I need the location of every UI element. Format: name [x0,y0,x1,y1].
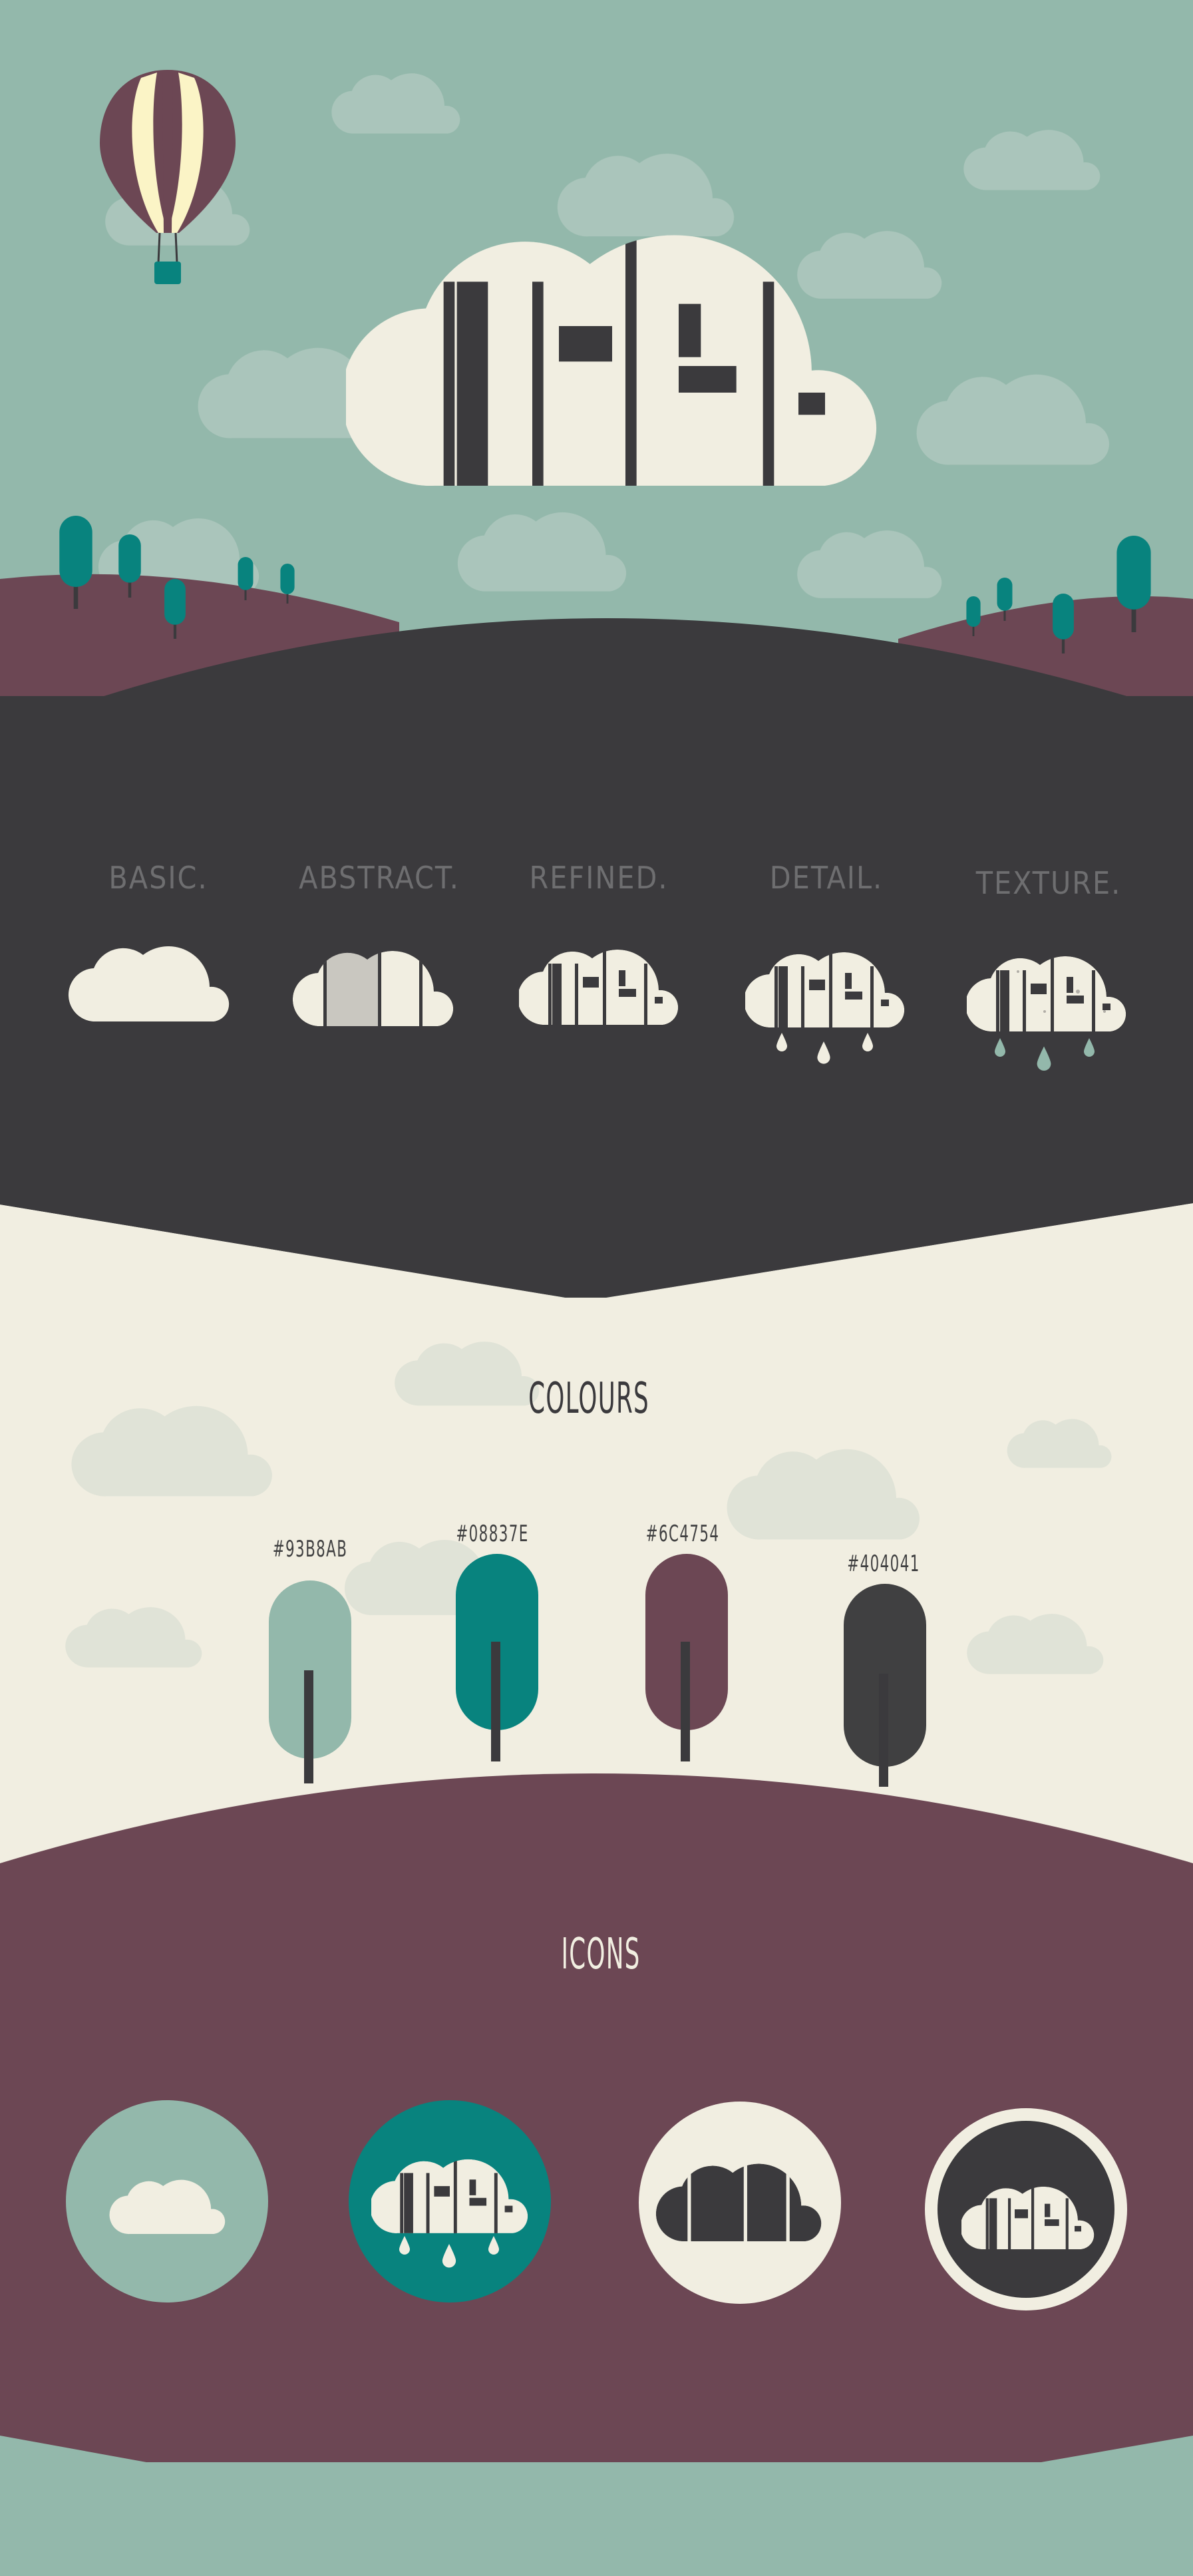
style-label-abstract: ABSTRACT. [299,860,460,896]
style-label-basic: BASIC. [108,860,208,896]
icon-circle-detail-logo [349,2100,551,2302]
colours-title: COLOURS [528,1374,649,1423]
icon-circle-abstract-cloud [639,2102,841,2304]
infographic-artwork [0,0,1193,2576]
icon-circle-ringed-logo [925,2108,1127,2310]
style-label-detail: DETAIL. [769,860,884,896]
hex-label-teal: #08837E [456,1521,529,1547]
infographic-stage: BASIC. ABSTRACT. REFINED. DETAIL. TEXTUR… [0,0,1193,2576]
hex-label-plum: #6C4754 [645,1521,720,1547]
hex-label-sky: #93B8AB [272,1536,348,1563]
style-label-texture: TEXTURE. [975,865,1122,901]
hex-label-charcoal: #404041 [847,1551,920,1577]
style-label-refined: REFINED. [529,860,669,896]
icon-circle-plain-cloud [66,2100,268,2302]
icons-title: ICONS [561,1930,641,1979]
